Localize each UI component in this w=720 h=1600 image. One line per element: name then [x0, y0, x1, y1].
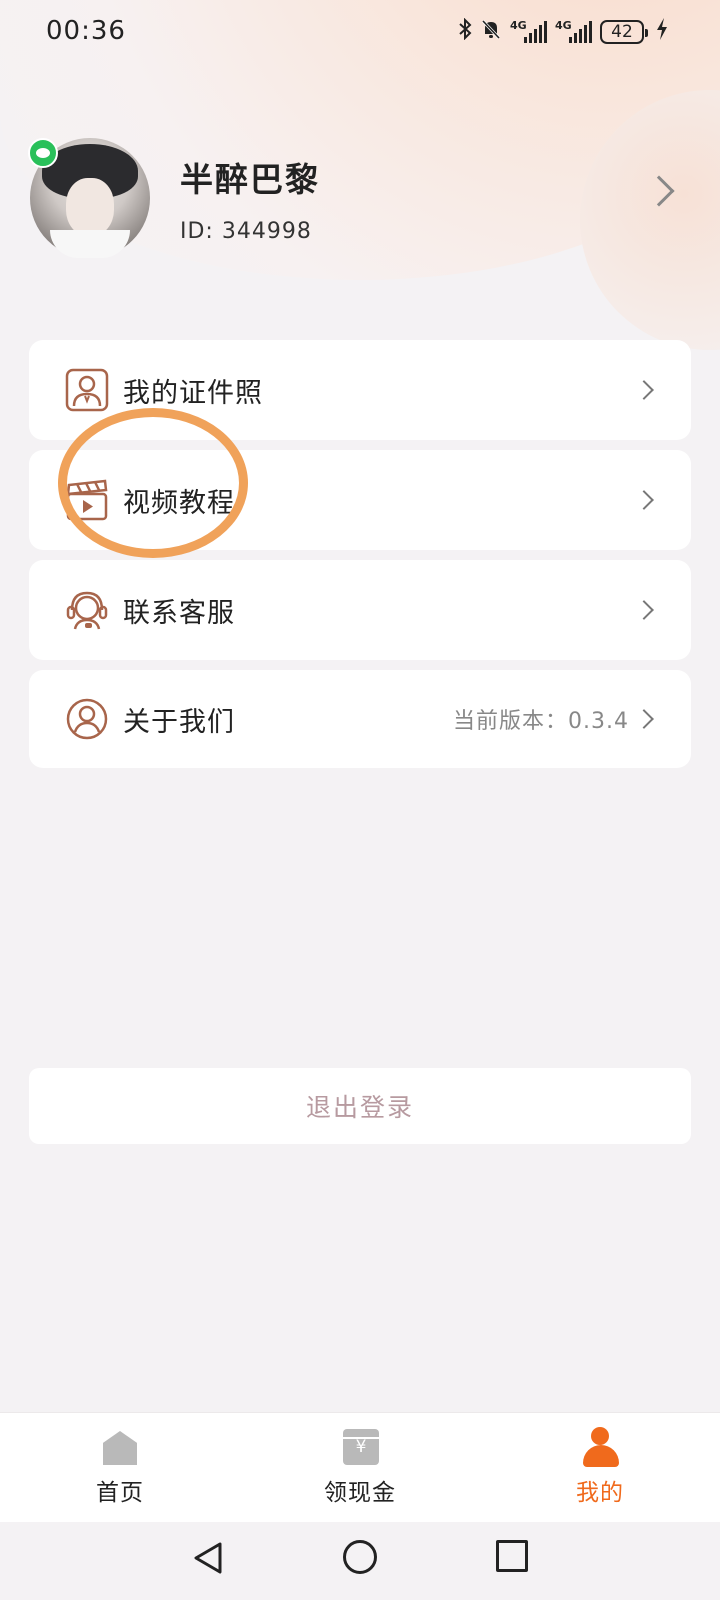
signal-icon-2: 4G: [555, 19, 592, 43]
profile-id-label: ID:: [180, 218, 214, 244]
battery-icon: 42: [600, 19, 648, 44]
menu-item-label: 视频教程: [123, 487, 235, 519]
menu-item-video-tutorial[interactable]: 视频教程: [29, 450, 691, 550]
menu-item-label: 关于我们: [123, 706, 235, 738]
avatar[interactable]: [28, 138, 150, 258]
chevron-right-icon: [634, 380, 654, 400]
mute-bell-icon: [480, 18, 502, 45]
home-icon: [101, 1427, 139, 1467]
nav-item-home[interactable]: 首页: [60, 1427, 180, 1507]
screen: 00:36 4G 4G 42 半醉巴黎 ID: 344998 我的证件照 视频教…: [0, 0, 720, 1600]
menu-item-customer-service[interactable]: 联系客服: [29, 560, 691, 660]
profile-header[interactable]: 半醉巴黎 ID: 344998: [28, 136, 690, 260]
bottom-nav: 首页 ¥ 领现金 我的: [0, 1412, 720, 1522]
status-icons: 4G 4G 42: [458, 17, 668, 45]
signal-icon-1: 4G: [510, 19, 547, 43]
nav-item-me[interactable]: 我的: [540, 1427, 660, 1507]
me-icon: [581, 1427, 619, 1467]
profile-info: 半醉巴黎 ID: 344998: [180, 153, 320, 244]
bluetooth-icon: [458, 17, 472, 45]
chevron-right-icon: [643, 175, 675, 207]
menu-item-label: 联系客服: [123, 597, 235, 629]
profile-name: 半醉巴黎: [180, 159, 320, 199]
nav-item-label: 领现金: [324, 1480, 396, 1506]
battery-level: 42: [611, 21, 633, 42]
menu-item-about-us[interactable]: 关于我们 当前版本：0.3.4: [29, 670, 691, 768]
system-nav-bar: [0, 1522, 720, 1600]
menu-item-id-photo[interactable]: 我的证件照: [29, 340, 691, 440]
profile-id: ID: 344998: [180, 219, 320, 244]
charging-icon: [656, 18, 668, 45]
chevron-right-icon: [634, 490, 654, 510]
chevron-right-icon: [634, 709, 654, 729]
recent-apps-icon[interactable]: [496, 1540, 528, 1572]
video-clapper-icon: [65, 478, 109, 522]
app-version: 当前版本：0.3.4: [453, 709, 629, 734]
home-circle-icon[interactable]: [343, 1540, 377, 1574]
menu-item-label: 我的证件照: [123, 377, 263, 409]
logout-button[interactable]: 退出登录: [29, 1068, 691, 1144]
profile-id-value: 344998: [221, 218, 312, 244]
nav-item-cash[interactable]: ¥ 领现金: [300, 1427, 420, 1507]
status-bar: 00:36 4G 4G 42: [0, 0, 720, 66]
status-time: 00:36: [46, 16, 126, 46]
nav-item-label: 首页: [96, 1480, 144, 1506]
about-user-icon: [65, 697, 109, 741]
back-icon[interactable]: [190, 1540, 226, 1576]
cash-icon: ¥: [341, 1427, 379, 1467]
wechat-icon: [28, 138, 58, 168]
nav-item-label: 我的: [576, 1480, 624, 1506]
customer-service-icon: [65, 588, 109, 632]
chevron-right-icon: [634, 600, 654, 620]
id-photo-icon: [65, 368, 109, 412]
